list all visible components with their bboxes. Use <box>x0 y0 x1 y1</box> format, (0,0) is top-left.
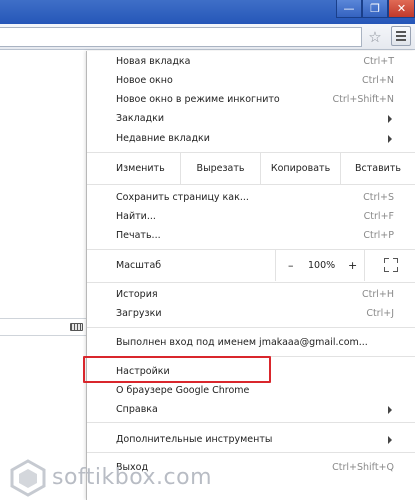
settings-highlight-frame <box>83 356 271 383</box>
minimize-button[interactable]: — <box>336 0 362 18</box>
zoom-label: Масштаб <box>116 260 162 271</box>
menu-item-label: Новое окно в режиме инкогнито <box>116 94 280 105</box>
submenu-arrow-icon <box>388 436 392 444</box>
menu-item-label: Новая вкладка <box>116 56 191 67</box>
zoom-level: 100% <box>308 260 336 271</box>
menu-item-more-tools[interactable]: Дополнительные инструменты <box>87 430 415 449</box>
menu-item-shortcut: Ctrl+P <box>363 230 394 241</box>
menu-item-print[interactable]: Печать... Ctrl+P <box>87 226 415 245</box>
zoom-row: Масштаб – 100% + <box>87 250 415 281</box>
menu-item-new-window[interactable]: Новое окно Ctrl+N <box>87 71 415 90</box>
menu-item-signed-in[interactable]: Выполнен вход под именем jmakaaa@gmail.c… <box>87 333 415 352</box>
page-content <box>0 50 86 500</box>
watermark: softikbox.com <box>8 459 212 497</box>
menu-item-recent-tabs[interactable]: Недавние вкладки <box>87 129 415 148</box>
menu-separator <box>87 422 415 423</box>
submenu-arrow-icon <box>388 115 392 123</box>
menu-item-label: Печать... <box>116 230 161 241</box>
menu-item-find[interactable]: Найти... Ctrl+F <box>87 207 415 226</box>
menu-separator <box>87 184 415 185</box>
chrome-main-menu: Новая вкладка Ctrl+T Новое окно Ctrl+N Н… <box>86 51 415 500</box>
edit-row: Изменить Вырезать Копировать Вставить <box>87 153 415 184</box>
menu-item-shortcut: Ctrl+J <box>366 308 394 319</box>
menu-item-shortcut: Ctrl+S <box>363 192 394 203</box>
menu-item-shortcut: Ctrl+T <box>363 56 394 67</box>
address-bar[interactable] <box>0 27 362 47</box>
submenu-arrow-icon <box>388 406 392 414</box>
menu-item-label: Найти... <box>116 211 156 222</box>
zoom-in-button[interactable]: + <box>348 250 357 281</box>
menu-item-label: Новое окно <box>116 75 173 86</box>
menu-item-shortcut: Ctrl+Shift+Q <box>332 462 394 473</box>
menu-item-help[interactable]: Справка <box>87 400 415 419</box>
menu-separator <box>87 452 415 453</box>
cut-button[interactable]: Вырезать <box>180 153 260 184</box>
menu-item-incognito[interactable]: Новое окно в режиме инкогнито Ctrl+Shift… <box>87 90 415 109</box>
menu-item-shortcut: Ctrl+H <box>361 289 394 300</box>
menu-item-shortcut: Ctrl+F <box>363 211 394 222</box>
page-divider <box>0 318 86 319</box>
window-title-bar: — ❐ ✕ <box>0 0 415 24</box>
menu-item-downloads[interactable]: Загрузки Ctrl+J <box>87 304 415 323</box>
chrome-menu-button[interactable] <box>391 26 411 46</box>
menu-item-label: Закладки <box>116 113 165 124</box>
menu-item-label: Дополнительные инструменты <box>116 434 273 445</box>
menu-item-label: Выполнен вход под именем jmakaaa@gmail.c… <box>116 337 368 348</box>
close-button[interactable]: ✕ <box>388 0 415 18</box>
maximize-button[interactable]: ❐ <box>362 0 388 18</box>
menu-separator <box>87 327 415 328</box>
menu-item-shortcut: Ctrl+N <box>362 75 394 86</box>
menu-item-label: О браузере Google Chrome <box>116 385 250 396</box>
menu-item-label: История <box>116 289 158 300</box>
edit-row-label: Изменить <box>116 163 165 174</box>
menu-item-bookmarks[interactable]: Закладки <box>87 109 415 128</box>
paste-button[interactable]: Вставить <box>340 153 415 184</box>
menu-item-save-page[interactable]: Сохранить страницу как... Ctrl+S <box>87 188 415 207</box>
menu-item-history[interactable]: История Ctrl+H <box>87 285 415 304</box>
menu-item-label: Недавние вкладки <box>116 133 210 144</box>
menu-item-label: Загрузки <box>116 308 162 319</box>
star-icon[interactable]: ☆ <box>366 27 384 47</box>
keyboard-icon[interactable] <box>70 323 83 331</box>
menu-item-new-tab[interactable]: Новая вкладка Ctrl+T <box>87 52 415 71</box>
menu-item-label: Сохранить страницу как... <box>116 192 249 203</box>
menu-separator <box>87 282 415 283</box>
menu-item-label: Справка <box>116 404 158 415</box>
page-divider <box>0 335 86 336</box>
menu-item-shortcut: Ctrl+Shift+N <box>332 94 394 105</box>
submenu-arrow-icon <box>388 135 392 143</box>
fullscreen-icon[interactable] <box>384 258 398 272</box>
zoom-controls: – 100% + <box>275 250 365 281</box>
menu-item-about[interactable]: О браузере Google Chrome <box>87 381 415 400</box>
copy-button[interactable]: Копировать <box>260 153 340 184</box>
watermark-text: softikbox.com <box>52 465 213 490</box>
zoom-out-button[interactable]: – <box>288 250 294 281</box>
watermark-logo-icon <box>10 459 46 497</box>
browser-toolbar: ☆ <box>0 24 415 50</box>
